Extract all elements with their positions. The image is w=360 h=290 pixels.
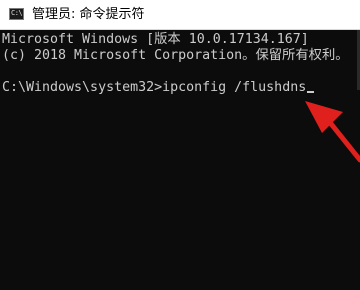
cmd-icon: C:\ [9, 8, 24, 20]
cmd-icon-glyph: C:\ [11, 9, 23, 17]
title-bar[interactable]: C:\ 管理员: 命令提示符 [0, 0, 360, 30]
window-title: 管理员: 命令提示符 [32, 7, 145, 22]
command-text: ipconfig /flushdns [162, 80, 307, 95]
prompt-path: C:\Windows\system32> [2, 80, 163, 95]
console-output[interactable]: Microsoft Windows [版本 10.0.17134.167] (c… [0, 30, 360, 290]
copyright-line: (c) 2018 Microsoft Corporation。保留所有权利。 [2, 48, 349, 63]
text-cursor [307, 91, 315, 93]
cmd-window: C:\ 管理员: 命令提示符 Microsoft Windows [版本 10.… [0, 0, 360, 290]
command-line[interactable]: C:\Windows\system32>ipconfig /flushdns [2, 80, 315, 96]
version-line: Microsoft Windows [版本 10.0.17134.167] [2, 32, 309, 47]
